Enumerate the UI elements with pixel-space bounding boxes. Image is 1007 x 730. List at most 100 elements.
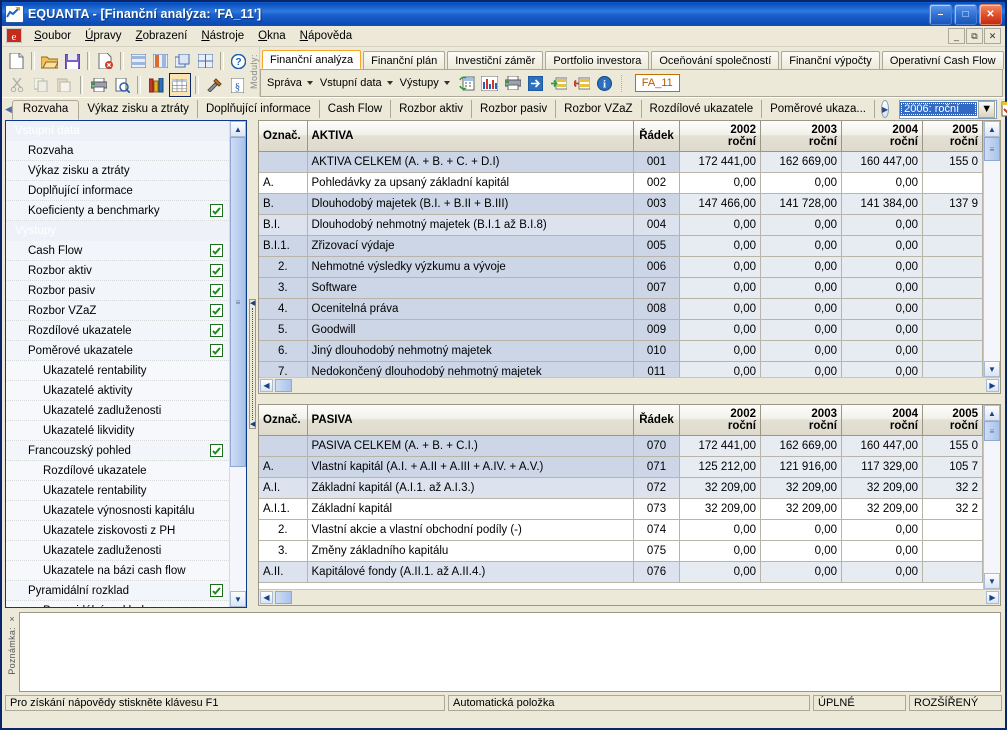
col-header-2004[interactable]: 2004 roční bbox=[841, 405, 923, 436]
cell-2003[interactable]: 162 669,00 bbox=[760, 435, 842, 457]
cell-2005[interactable] bbox=[922, 235, 983, 257]
pasiva-scroll-thumb[interactable]: ≡ bbox=[984, 421, 1000, 441]
tree-item-cash-flow[interactable]: Cash Flow bbox=[6, 241, 229, 261]
cell-2004[interactable]: 117 329,00 bbox=[841, 456, 923, 478]
import-up-icon[interactable] bbox=[549, 74, 569, 93]
cell-2005[interactable]: 105 7 bbox=[922, 456, 983, 478]
col-header-pasiva[interactable]: PASIVA bbox=[307, 405, 634, 436]
cell-2003[interactable]: 32 209,00 bbox=[760, 477, 842, 499]
cell-2005[interactable]: 137 9 bbox=[922, 193, 983, 215]
tile-icon[interactable] bbox=[195, 49, 216, 73]
cell-2003[interactable]: 141 728,00 bbox=[760, 193, 842, 215]
cell-2005[interactable] bbox=[922, 340, 983, 362]
module-link-vstupni-data[interactable]: Vstupní data bbox=[320, 77, 382, 89]
col-header-2004[interactable]: 2004 roční bbox=[841, 121, 923, 152]
aktiva-horizontal-scrollbar[interactable]: ◀ ▶ bbox=[259, 377, 1000, 393]
scroll-up-icon[interactable]: ▲ bbox=[984, 121, 1000, 137]
tab-rozbor-aktiv[interactable]: Rozbor aktiv bbox=[391, 100, 473, 118]
cell-2003[interactable]: 0,00 bbox=[760, 540, 842, 562]
rows-view-icon[interactable] bbox=[128, 49, 149, 73]
cell-2004[interactable]: 0,00 bbox=[841, 540, 923, 562]
scroll-right-icon[interactable]: ▶ bbox=[986, 591, 999, 604]
cell-2002[interactable]: 0,00 bbox=[679, 519, 761, 541]
document-chip[interactable]: FA_11 bbox=[634, 74, 680, 92]
col-header-2002[interactable]: 2002 roční bbox=[679, 405, 761, 436]
play-circle-icon[interactable]: ▶ bbox=[880, 100, 890, 118]
cell-2004[interactable]: 0,00 bbox=[841, 256, 923, 278]
cell-2004[interactable]: 0,00 bbox=[841, 277, 923, 299]
cell-2003[interactable]: 0,00 bbox=[760, 235, 842, 257]
cell-2004[interactable]: 32 209,00 bbox=[841, 477, 923, 499]
checkbox-checked-icon[interactable] bbox=[210, 204, 223, 217]
columns-view-icon[interactable] bbox=[150, 49, 171, 73]
period-combobox[interactable]: 2006: roční ▼ bbox=[899, 99, 998, 119]
module-tab-operativni-cash-flow[interactable]: Operativní Cash Flow bbox=[881, 51, 1004, 69]
tools-icon[interactable] bbox=[203, 73, 226, 97]
tree-item-pomerove-ukazatele[interactable]: Poměrové ukazatele bbox=[6, 341, 229, 361]
cell-2002[interactable]: 0,00 bbox=[679, 319, 761, 341]
cell-2004[interactable]: 160 447,00 bbox=[841, 435, 923, 457]
tree-item-ukazatele-likvidity[interactable]: Ukazatelé likvidity bbox=[6, 421, 229, 441]
aktiva-scroll-track[interactable]: ≡ bbox=[984, 137, 1000, 361]
cell-2002[interactable]: 0,00 bbox=[679, 172, 761, 194]
cell-2005[interactable] bbox=[922, 214, 983, 236]
scroll-up-icon[interactable]: ▲ bbox=[230, 121, 246, 137]
module-tab-investicni-zamer[interactable]: Investiční záměr bbox=[447, 51, 544, 69]
cell-2003[interactable]: 121 916,00 bbox=[760, 456, 842, 478]
cell-2005[interactable] bbox=[922, 519, 983, 541]
pane-splitter[interactable]: ◀ ◀ bbox=[247, 120, 258, 608]
tab-rozbor-vzaz[interactable]: Rozbor VZaZ bbox=[556, 100, 642, 118]
tree-item-ukazatele-aktivity[interactable]: Ukazatelé aktivity bbox=[6, 381, 229, 401]
tree-vertical-scrollbar[interactable]: ▲ ≡ ▼ bbox=[229, 121, 246, 607]
cell-2004[interactable]: 0,00 bbox=[841, 214, 923, 236]
cell-2005[interactable] bbox=[922, 277, 983, 299]
cell-2003[interactable]: 162 669,00 bbox=[760, 151, 842, 173]
cell-2002[interactable]: 32 209,00 bbox=[679, 477, 761, 499]
table-row[interactable]: 2. Nehmotné výsledky výzkumu a vývoje 00… bbox=[259, 256, 983, 278]
cell-2002[interactable]: 0,00 bbox=[679, 361, 761, 377]
chart-icon[interactable] bbox=[480, 74, 500, 93]
scroll-up-icon[interactable]: ▲ bbox=[984, 405, 1000, 421]
checkbox-checked-icon[interactable] bbox=[210, 444, 223, 457]
tab-doplnujici-informace[interactable]: Doplňující informace bbox=[198, 100, 320, 118]
checkbox-checked-icon[interactable] bbox=[210, 264, 223, 277]
cell-2004[interactable]: 0,00 bbox=[841, 519, 923, 541]
menu-item-upravy[interactable]: Úpravy bbox=[78, 28, 128, 44]
cell-2002[interactable]: 172 441,00 bbox=[679, 151, 761, 173]
tree-scroll-track[interactable]: ≡ bbox=[230, 137, 246, 591]
table-row[interactable]: 3. Software 007 0,00 0,00 0,00 bbox=[259, 277, 983, 299]
tree-item-ukazatele-ziskovosti-z-ph[interactable]: Ukazatele ziskovosti z PH bbox=[6, 521, 229, 541]
col-header-2003[interactable]: 2003 roční bbox=[760, 405, 842, 436]
table-row[interactable]: B.I.1. Zřizovací výdaje 005 0,00 0,00 0,… bbox=[259, 235, 983, 257]
cell-2002[interactable]: 0,00 bbox=[679, 277, 761, 299]
cell-2003[interactable]: 0,00 bbox=[760, 298, 842, 320]
module-tab-ocenovani-spolecnosti[interactable]: Oceňování společností bbox=[651, 51, 780, 69]
col-header-radek[interactable]: Řádek bbox=[633, 405, 680, 436]
col-header-2002[interactable]: 2002 roční bbox=[679, 121, 761, 152]
pasiva-scroll-track[interactable]: ≡ bbox=[984, 421, 1000, 573]
cell-2003[interactable]: 0,00 bbox=[760, 277, 842, 299]
checkbox-checked-icon[interactable] bbox=[210, 244, 223, 257]
table-row[interactable]: 4. Ocenitelná práva 008 0,00 0,00 0,00 bbox=[259, 298, 983, 320]
cell-2003[interactable]: 0,00 bbox=[760, 172, 842, 194]
cell-2002[interactable]: 32 209,00 bbox=[679, 498, 761, 520]
scroll-left-icon[interactable]: ◀ bbox=[260, 591, 273, 604]
pasiva-horizontal-scrollbar[interactable]: ◀ ▶ bbox=[259, 589, 1000, 605]
copy-icon[interactable] bbox=[30, 73, 53, 97]
table-row[interactable]: A.II. Kapitálové fondy (A.II.1. až A.II.… bbox=[259, 561, 983, 583]
cell-2005[interactable]: 32 2 bbox=[922, 477, 983, 499]
tree-item-koeficienty-a-benchmarky[interactable]: Koeficienty a benchmarky bbox=[6, 201, 229, 221]
table-row[interactable]: 6. Jiný dlouhodobý nehmotný majetek 010 … bbox=[259, 340, 983, 362]
tree-item-francouzsky-pohled[interactable]: Francouzský pohled bbox=[6, 441, 229, 461]
checkbox-checked-icon[interactable] bbox=[210, 344, 223, 357]
cell-2005[interactable]: 155 0 bbox=[922, 151, 983, 173]
cell-2002[interactable]: 0,00 bbox=[679, 235, 761, 257]
export-icon[interactable] bbox=[526, 74, 546, 93]
tab-pomerove-ukazatele[interactable]: Poměrové ukaza... bbox=[762, 100, 875, 118]
help-icon[interactable]: ? bbox=[228, 49, 249, 73]
pasiva-vertical-scrollbar[interactable]: ▲ ≡ ▼ bbox=[983, 405, 1000, 589]
cell-2003[interactable]: 0,00 bbox=[760, 319, 842, 341]
tree-item-ukazatele-rentability[interactable]: Ukazatelé rentability bbox=[6, 361, 229, 381]
tree-item-ukazatele-na-bazi-cash-flow[interactable]: Ukazatele na bázi cash flow bbox=[6, 561, 229, 581]
tree-item-ukazatele-vynosnosti-kapitalu[interactable]: Ukazatele výnosnosti kapitálu bbox=[6, 501, 229, 521]
